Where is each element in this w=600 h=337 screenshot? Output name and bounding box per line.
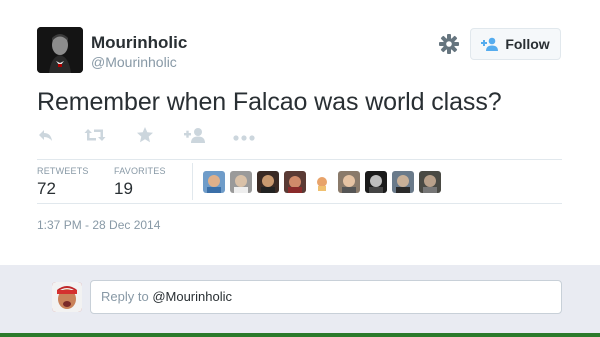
avatar[interactable]: [338, 171, 360, 193]
user-name[interactable]: Mourinholic: [91, 33, 187, 53]
avatar[interactable]: [257, 171, 279, 193]
avatar[interactable]: [392, 171, 414, 193]
divider: [192, 163, 193, 200]
avatar[interactable]: [230, 171, 252, 193]
tweet-actions: [37, 126, 297, 146]
favorite-icon[interactable]: [136, 126, 154, 149]
page-edge: [0, 333, 600, 337]
current-user-avatar: [52, 282, 82, 312]
retweets-count[interactable]: 72: [37, 179, 56, 199]
tweet-card: Mourinholic @Mourinholic Follow Remember…: [0, 0, 600, 265]
divider: [37, 159, 562, 160]
add-user-icon: [481, 37, 499, 51]
avatar[interactable]: [365, 171, 387, 193]
follow-button-label: Follow: [505, 36, 550, 52]
divider: [37, 203, 562, 204]
retweet-icon[interactable]: [84, 126, 106, 149]
avatar[interactable]: [284, 171, 306, 193]
favorites-label[interactable]: FAVORITES: [114, 166, 166, 176]
retweets-label[interactable]: RETWEETS: [37, 166, 89, 176]
reply-placeholder-prefix: Reply to: [101, 289, 153, 304]
favorites-count[interactable]: 19: [114, 179, 133, 199]
follow-button[interactable]: Follow: [470, 28, 561, 60]
reply-placeholder-handle: @Mourinholic: [152, 289, 232, 304]
avatar[interactable]: [203, 171, 225, 193]
reply-icon[interactable]: [37, 126, 55, 149]
user-avatar[interactable]: [37, 27, 83, 73]
avatar[interactable]: [311, 171, 333, 193]
add-user-icon[interactable]: [184, 126, 206, 149]
avatar[interactable]: [419, 171, 441, 193]
user-handle[interactable]: @Mourinholic: [91, 54, 177, 70]
reply-input[interactable]: Reply to @Mourinholic: [90, 280, 562, 314]
tweet-text: Remember when Falcao was world class?: [37, 88, 502, 116]
tweet-timestamp[interactable]: 1:37 PM - 28 Dec 2014: [37, 218, 160, 232]
gear-icon[interactable]: [438, 33, 460, 55]
more-icon[interactable]: [233, 130, 255, 148]
